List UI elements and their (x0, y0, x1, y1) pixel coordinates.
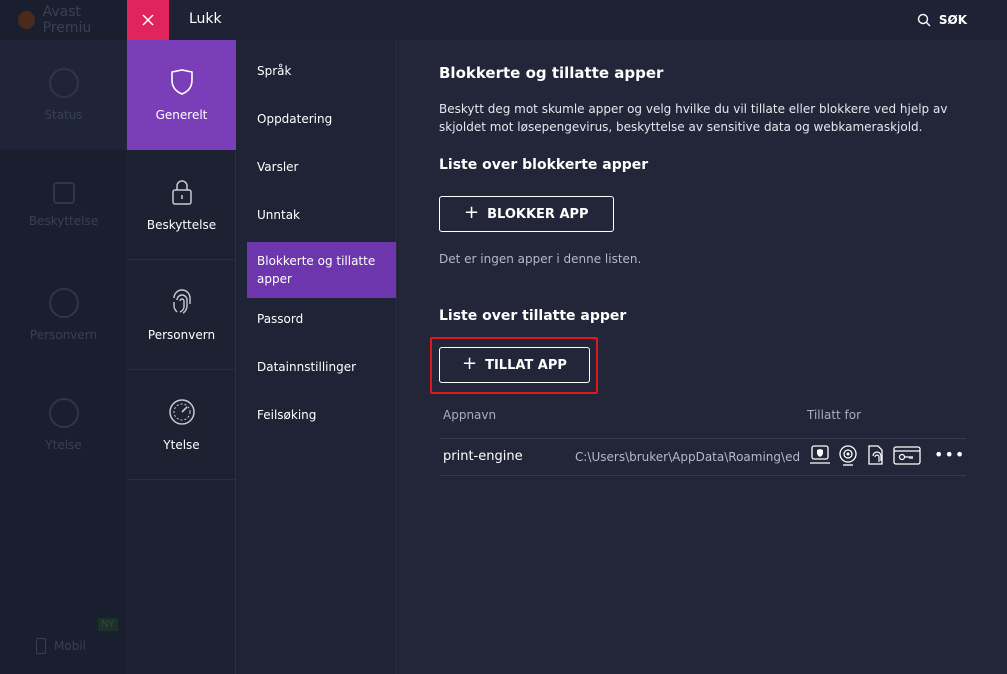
fingerprint-icon (48, 288, 79, 318)
block-app-label: BLOKKER APP (487, 206, 589, 222)
background-nav-label: Status (44, 108, 83, 122)
allow-app-label: TILLAT APP (485, 357, 567, 373)
submenu-feilsoking[interactable]: Feilsøking (247, 394, 396, 442)
submenu-column: Språk Oppdatering Varsler Unntak Blokker… (237, 40, 397, 674)
background-app-title-text: Avast Premiu (42, 4, 92, 36)
search-label: SØK (938, 13, 967, 27)
settings-topbar: Lukk SØK (127, 0, 1007, 40)
background-nav-label: Personvern (29, 328, 98, 342)
allow-app-button[interactable]: + TILLAT APP (439, 347, 590, 383)
plus-icon: + (464, 202, 480, 223)
sensitive-data-icon (865, 443, 887, 467)
submenu-sprak[interactable]: Språk (247, 50, 396, 98)
category-ytelse[interactable]: Ytelse (127, 370, 236, 480)
check-circle-icon (48, 68, 79, 98)
lock-icon (52, 182, 75, 204)
phone-icon (36, 638, 46, 654)
background-app-title: Avast Premiu (0, 0, 127, 40)
submenu-datainnstillinger[interactable]: Datainnstillinger (247, 346, 396, 394)
category-label: Beskyttelse (146, 217, 217, 232)
avast-logo-icon (18, 11, 35, 29)
search-button[interactable]: SØK (917, 0, 967, 40)
submenu-varsler[interactable]: Varsler (247, 146, 396, 194)
page-title: Blokkerte og tillatte apper (439, 64, 664, 82)
speedometer-icon (48, 398, 79, 428)
category-label: Personvern (147, 327, 216, 342)
background-nav-personvern: Personvern (0, 260, 127, 370)
background-nav-beskyttelse: Beskyttelse (0, 150, 127, 260)
row-app-name: print-engine (443, 449, 523, 464)
blocked-apps-heading: Liste over blokkerte apper (439, 157, 649, 173)
category-generelt[interactable]: Generelt (127, 40, 236, 150)
webcam-shield-icon (837, 443, 859, 467)
search-icon (917, 13, 931, 27)
block-app-button[interactable]: + BLOKKER APP (439, 196, 614, 232)
content-panel: Blokkerte og tillatte apper Beskytt deg … (398, 40, 1007, 674)
close-icon (142, 14, 154, 26)
allowed-apps-heading: Liste over tillatte apper (439, 308, 627, 324)
background-nav-label: Mobil (54, 639, 86, 653)
background-nav-label: Beskyttelse (28, 214, 99, 228)
blocked-empty-message: Det er ingen apper i denne listen. (439, 252, 642, 266)
page-description: Beskytt deg mot skumle apper og velg hvi… (439, 102, 948, 134)
background-nav-mobil: Mobil (36, 638, 86, 654)
category-beskyttelse[interactable]: Beskyttelse (127, 150, 236, 260)
category-label: Ytelse (163, 437, 200, 452)
background-app: Avast Premiu Status Beskyttelse Personve… (0, 0, 127, 674)
lock-icon (171, 179, 192, 205)
table-divider (439, 438, 966, 439)
row-app-path: C:\Users\bruker\AppData\Roaming\edip (575, 450, 800, 464)
table-divider (439, 475, 966, 476)
permission-icons (809, 443, 921, 467)
submenu-oppdatering[interactable]: Oppdatering (247, 98, 396, 146)
category-label: Generelt (155, 108, 208, 122)
submenu-passord[interactable]: Passord (247, 298, 396, 346)
plus-icon: + (462, 353, 478, 374)
new-badge: NY (98, 618, 118, 631)
more-options-button[interactable]: ••• (934, 445, 965, 464)
submenu-blokkerte-og-tillatte-apper[interactable]: Blokkerte og tillatte apper (247, 242, 396, 298)
column-header-app-name: Appnavn (443, 408, 497, 422)
shield-icon (170, 69, 193, 95)
fingerprint-icon (172, 288, 191, 314)
background-nav-status: Status (0, 40, 127, 150)
password-protection-icon (893, 443, 921, 467)
close-button[interactable] (127, 0, 169, 40)
submenu-unntak[interactable]: Unntak (247, 194, 396, 242)
category-column: Generelt Beskyttelse Personvern Ytelse (127, 40, 236, 674)
speedometer-icon (168, 398, 195, 425)
close-label[interactable]: Lukk (189, 0, 222, 40)
background-nav-label: Ytelse (45, 438, 82, 452)
background-nav-ytelse: Ytelse (0, 370, 127, 480)
category-personvern[interactable]: Personvern (127, 260, 236, 370)
ransomware-shield-icon (809, 443, 831, 467)
column-header-allowed-for: Tillatt for (807, 408, 862, 422)
